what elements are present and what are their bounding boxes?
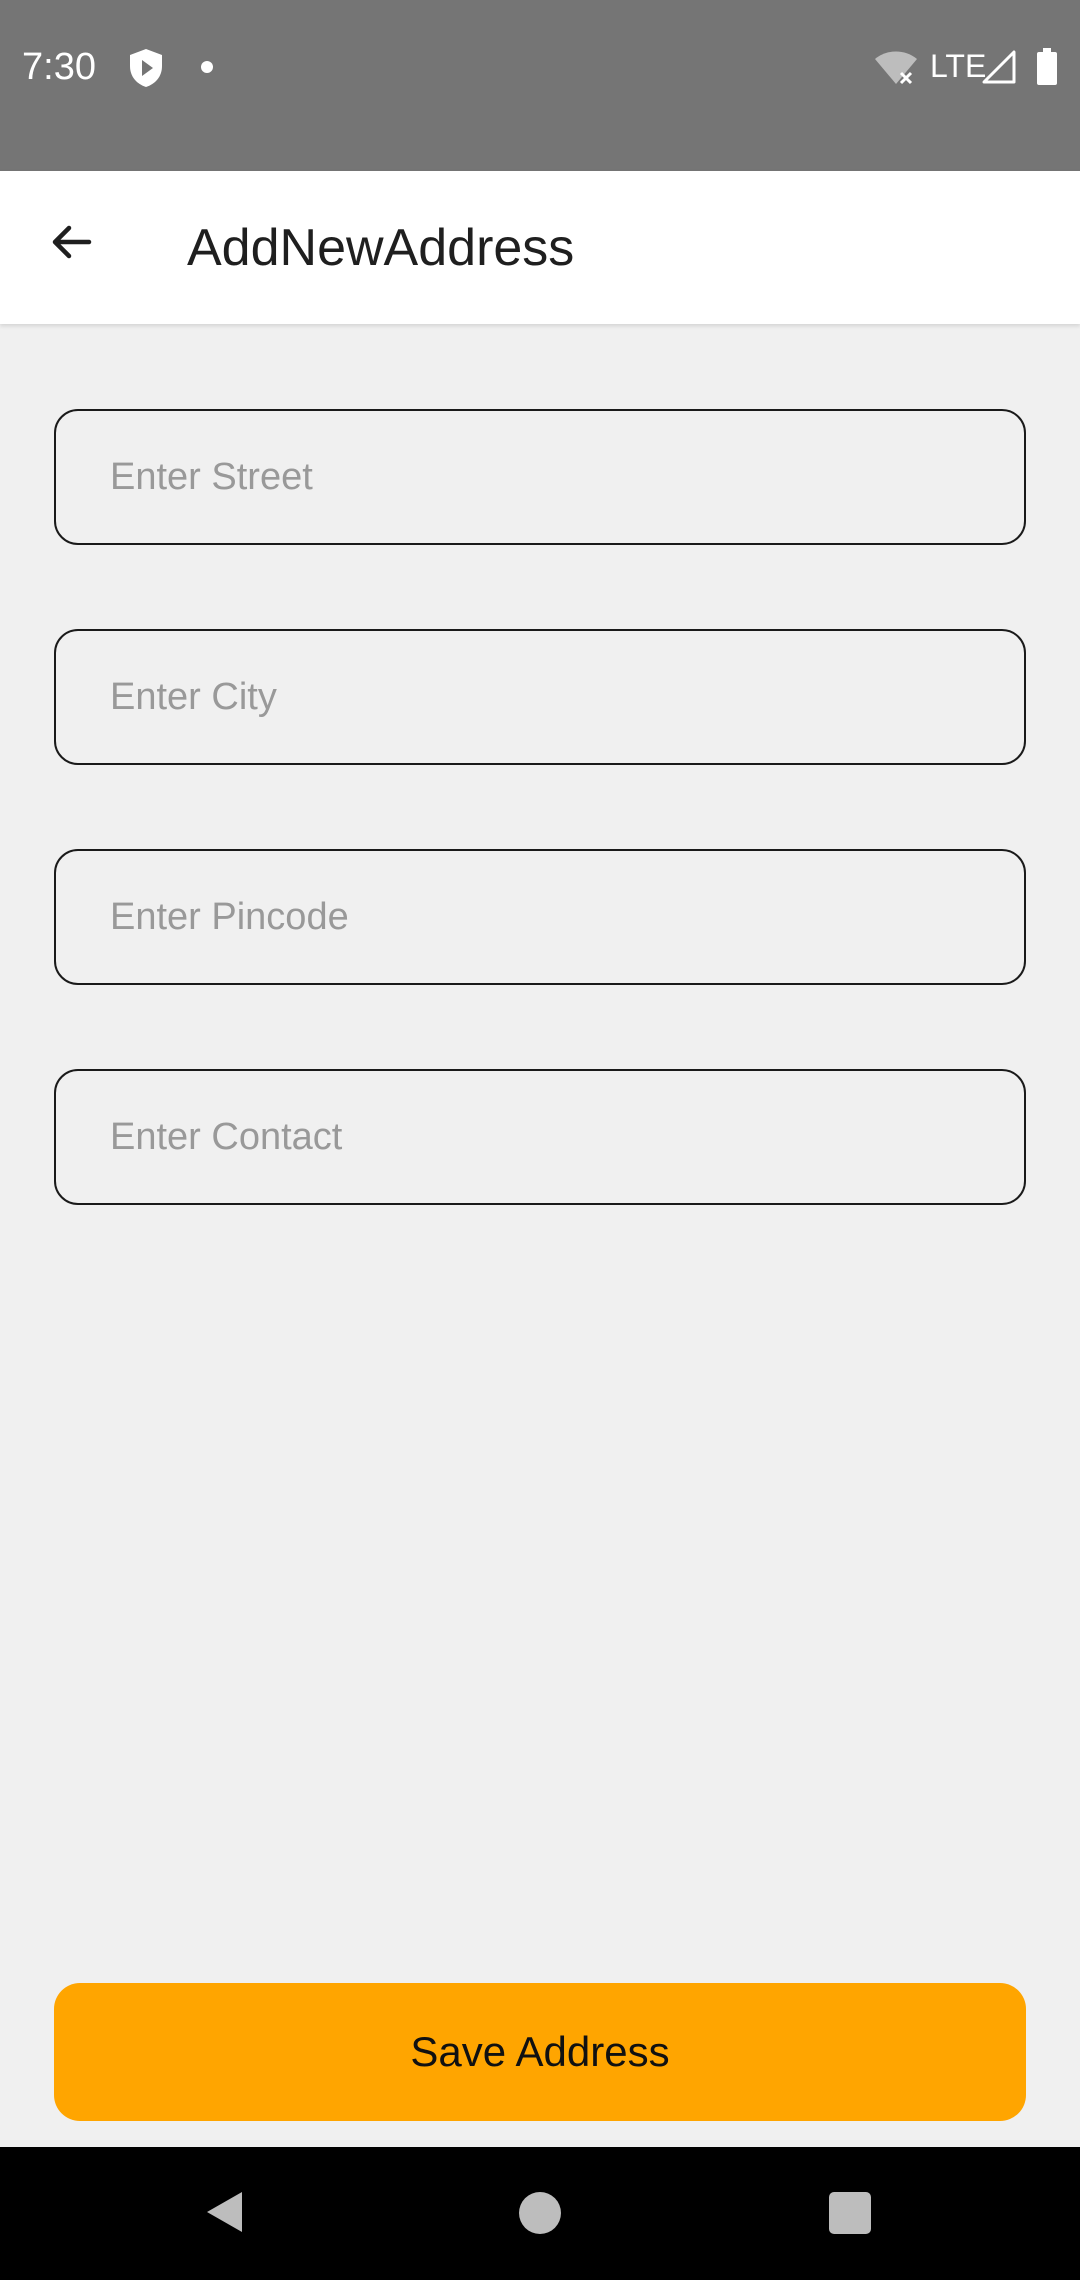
- battery-icon: [1037, 48, 1057, 85]
- notification-dot: [201, 61, 213, 73]
- city-input[interactable]: [56, 631, 1024, 763]
- status-bar: 7:30 LTE: [0, 0, 1080, 171]
- street-input[interactable]: [56, 411, 1024, 543]
- city-field: [54, 629, 1026, 765]
- back-button[interactable]: [30, 201, 112, 283]
- pincode-field: [54, 849, 1026, 985]
- arrow-back-icon: [52, 225, 92, 259]
- contact-field: [54, 1069, 1026, 1205]
- contact-input[interactable]: [56, 1071, 1024, 1203]
- page-title: AddNewAddress: [187, 219, 575, 277]
- wifi-off-icon: [875, 51, 917, 85]
- navigation-bar: [0, 2147, 1080, 2280]
- street-field: [54, 409, 1026, 545]
- nav-back-icon[interactable]: [204, 2189, 244, 2235]
- pincode-input[interactable]: [56, 851, 1024, 983]
- shield-icon: [130, 49, 162, 87]
- status-time: 7:30: [22, 46, 96, 88]
- nav-recents-icon[interactable]: [829, 2192, 871, 2234]
- cell-signal-icon: [982, 50, 1016, 84]
- app-bar: AddNewAddress: [0, 171, 1080, 324]
- network-type-label: LTE: [930, 48, 987, 84]
- save-address-button[interactable]: Save Address: [54, 1983, 1026, 2121]
- nav-home-icon[interactable]: [519, 2192, 561, 2234]
